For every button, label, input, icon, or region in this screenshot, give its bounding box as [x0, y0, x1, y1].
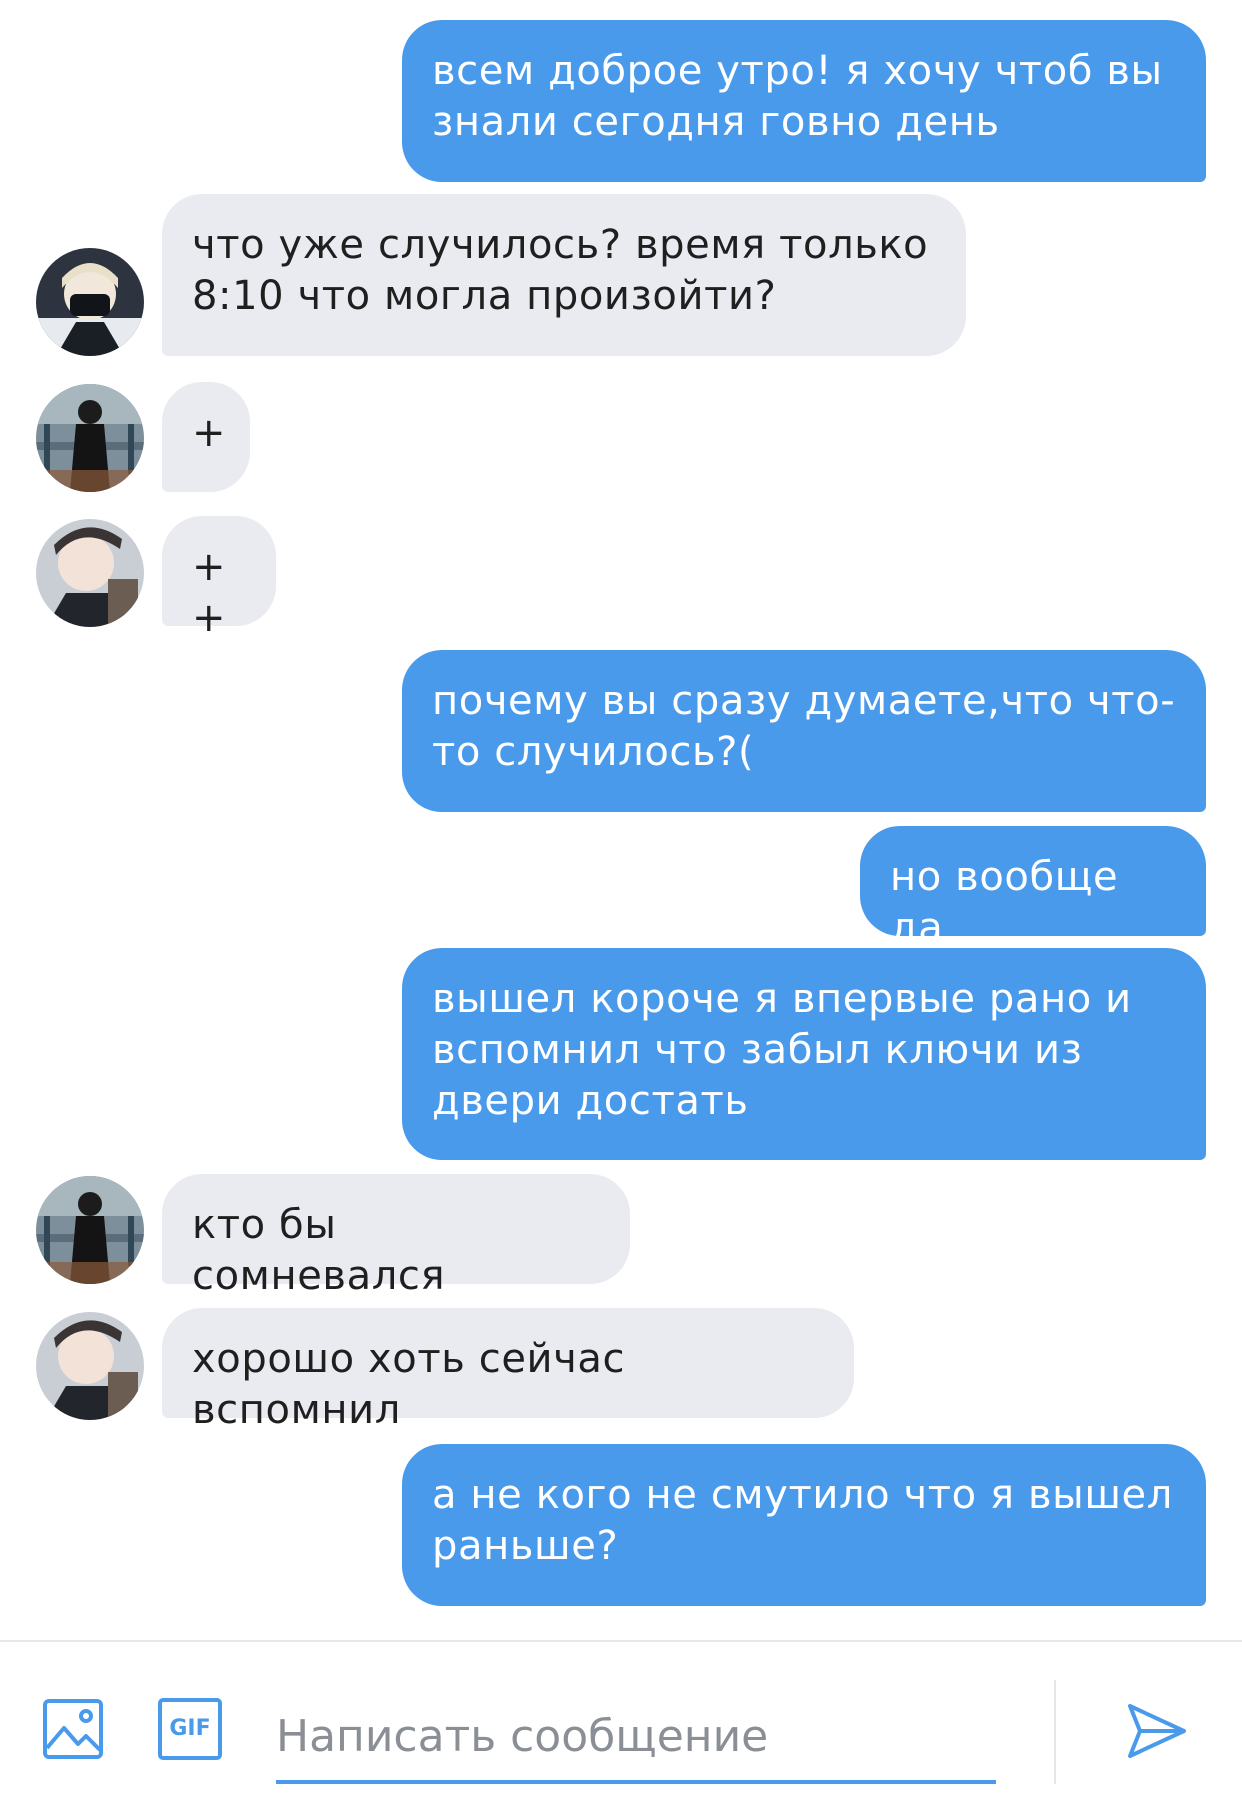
message-incoming[interactable]: что уже случилось? время только 8:10 что…	[162, 194, 966, 356]
avatar[interactable]	[36, 1176, 144, 1284]
message-outgoing[interactable]: всем доброе утро! я хочу чтоб вы знали с…	[402, 20, 1206, 182]
image-icon[interactable]	[42, 1698, 104, 1760]
avatar-image	[36, 1312, 144, 1420]
message-outgoing[interactable]: вышел короче я впервые рано и вспомнил ч…	[402, 948, 1206, 1160]
avatar-image	[36, 384, 144, 492]
message-incoming[interactable]: хорошо хоть сейчас вспомнил	[162, 1308, 854, 1433]
message-outgoing[interactable]: но вообще да	[860, 826, 1206, 951]
avatar[interactable]	[36, 1312, 144, 1420]
message-composer: GIF	[0, 1640, 1242, 1818]
avatar[interactable]	[36, 248, 144, 356]
gif-button[interactable]: GIF	[158, 1698, 222, 1760]
chat-thread: всем доброе утро! я хочу чтоб вы знали с…	[0, 0, 1242, 1640]
message-incoming[interactable]: ++	[162, 516, 276, 641]
message-outgoing[interactable]: а не кого не смутило что я вышел раньше?	[402, 1444, 1206, 1606]
message-outgoing[interactable]: почему вы сразу думаете,что что-то случи…	[402, 650, 1206, 812]
avatar-image	[36, 248, 144, 356]
avatar[interactable]	[36, 519, 144, 627]
avatar-image	[36, 1176, 144, 1284]
avatar-image	[36, 519, 144, 627]
message-input[interactable]	[276, 1692, 996, 1784]
avatar[interactable]	[36, 384, 144, 492]
gif-label: GIF	[169, 1716, 211, 1741]
message-incoming[interactable]: кто бы сомневался	[162, 1174, 630, 1299]
send-icon[interactable]	[1126, 1700, 1188, 1762]
divider	[1054, 1680, 1056, 1784]
message-incoming[interactable]: +	[162, 382, 250, 492]
